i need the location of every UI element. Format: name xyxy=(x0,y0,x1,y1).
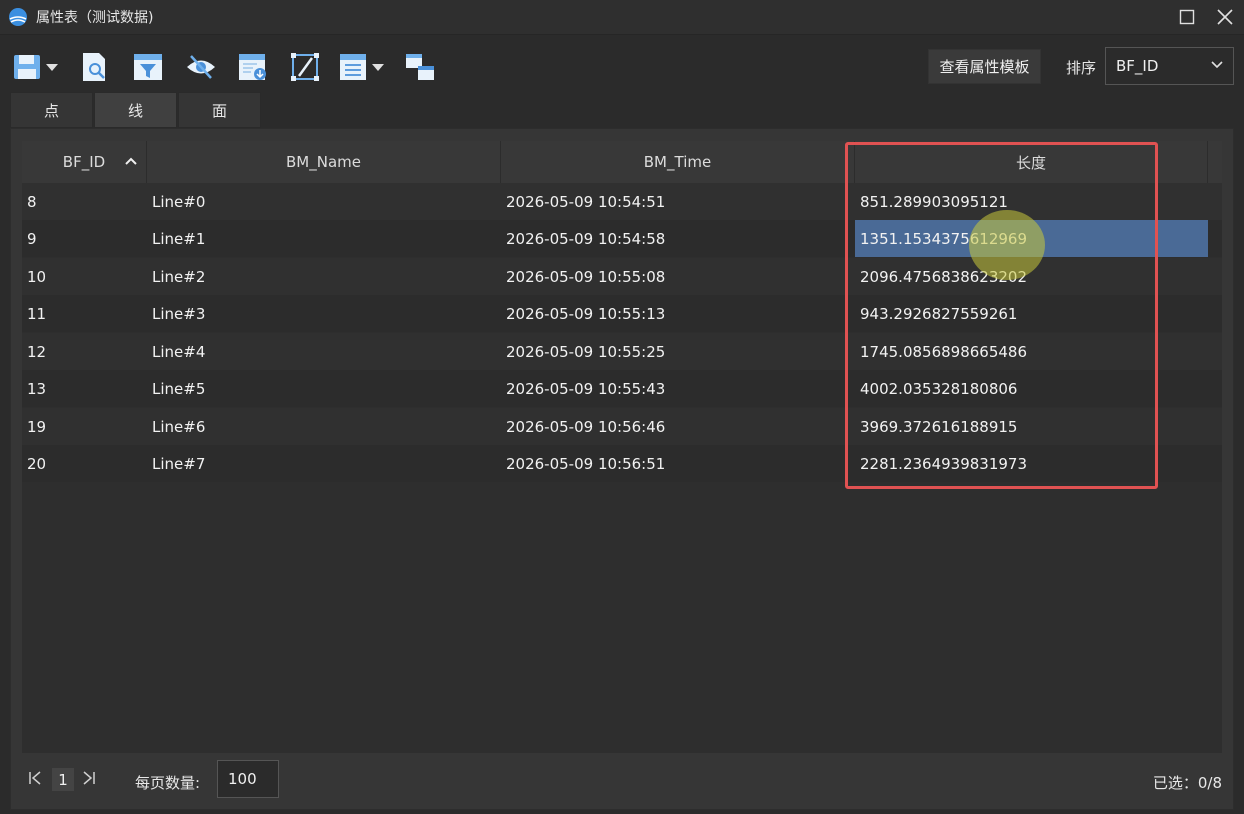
page-size-input[interactable] xyxy=(217,760,279,798)
sort-select[interactable]: BF_ID xyxy=(1105,47,1234,85)
sort-ascending-icon xyxy=(125,157,137,165)
search-document-icon xyxy=(83,53,105,81)
cell-bf-id: 9 xyxy=(27,229,37,248)
cell-bf-id: 11 xyxy=(27,304,47,323)
chevron-down-icon xyxy=(1211,61,1223,69)
cell-bf-id: 8 xyxy=(27,192,37,211)
column-header-length[interactable]: 长度 xyxy=(855,141,1208,183)
sort-select-value: BF_ID xyxy=(1116,57,1159,75)
cell-bm-time: 2026-05-09 10:56:51 xyxy=(506,454,666,473)
window-layout-icon xyxy=(406,54,434,80)
window-layout-button[interactable] xyxy=(404,50,436,84)
cell-length: 4002.035328180806 xyxy=(860,379,1018,398)
filter-icon xyxy=(134,54,162,80)
list-button[interactable] xyxy=(338,50,384,84)
filter-button[interactable] xyxy=(132,50,164,84)
table-row[interactable]: 11 Line#3 2026-05-09 10:55:13 943.292682… xyxy=(22,295,1222,332)
current-page-number[interactable]: 1 xyxy=(52,768,74,791)
cell-bm-name: Line#4 xyxy=(152,342,206,361)
cell-bm-time: 2026-05-09 10:54:58 xyxy=(506,229,666,248)
table-row[interactable]: 20 Line#7 2026-05-09 10:56:51 2281.23649… xyxy=(22,445,1222,482)
sort-label: 排序 xyxy=(1066,59,1097,77)
cell-bm-name: Line#3 xyxy=(152,304,206,323)
cell-bf-id: 10 xyxy=(27,267,47,286)
maximize-icon xyxy=(1179,9,1195,25)
cell-bm-time: 2026-05-09 10:55:43 xyxy=(506,379,666,398)
cell-bm-name: Line#1 xyxy=(152,229,206,248)
cell-length: 1745.0856898665486 xyxy=(860,342,1028,361)
close-icon xyxy=(1217,9,1233,25)
list-dropdown-caret-icon[interactable] xyxy=(372,63,384,71)
column-header-bm-time[interactable]: BM_Time xyxy=(501,141,855,183)
cell-bm-name: Line#2 xyxy=(152,267,206,286)
table-header: BF_ID BM_Name BM_Time 长度 xyxy=(22,141,1222,183)
cell-bm-name: Line#0 xyxy=(152,192,206,211)
tab-point[interactable]: 点 xyxy=(10,92,93,128)
view-attribute-template-button[interactable]: 查看属性模板 xyxy=(928,49,1041,84)
edit-field-icon xyxy=(291,53,319,81)
save-icon xyxy=(14,55,40,79)
table-row[interactable]: 19 Line#6 2026-05-09 10:56:46 3969.37261… xyxy=(22,408,1222,445)
last-page-icon[interactable] xyxy=(82,770,96,786)
save-button[interactable] xyxy=(12,50,58,84)
column-header-bf-id[interactable]: BF_ID xyxy=(22,141,147,183)
window-title: 属性表（测试数据) xyxy=(36,10,154,26)
list-icon xyxy=(340,54,366,80)
eye-hidden-icon xyxy=(187,55,215,79)
cell-bf-id: 12 xyxy=(27,342,47,361)
column-header-label: BF_ID xyxy=(62,153,106,171)
table-row[interactable]: 10 Line#2 2026-05-09 10:55:08 2096.47568… xyxy=(22,258,1222,295)
attribute-table: BF_ID BM_Name BM_Time 长度 8 Line#0 2026-0… xyxy=(22,141,1222,753)
tab-polygon[interactable]: 面 xyxy=(178,92,261,128)
cell-length: 851.289903095121 xyxy=(860,192,1008,211)
export-button[interactable] xyxy=(237,50,269,84)
search-button[interactable] xyxy=(80,50,110,84)
cell-length: 943.2926827559261 xyxy=(860,304,1018,323)
cell-bm-time: 2026-05-09 10:56:46 xyxy=(506,417,666,436)
cell-length: 2281.2364939831973 xyxy=(860,454,1028,473)
cell-bm-time: 2026-05-09 10:55:08 xyxy=(506,267,666,286)
tab-line[interactable]: 线 xyxy=(94,92,177,128)
hide-button[interactable] xyxy=(185,50,217,84)
close-button[interactable] xyxy=(1206,0,1244,34)
cell-bf-id: 13 xyxy=(27,379,47,398)
cell-bm-name: Line#5 xyxy=(152,379,206,398)
cell-bf-id: 20 xyxy=(27,454,47,473)
cell-bm-time: 2026-05-09 10:55:13 xyxy=(506,304,666,323)
toolbar xyxy=(0,44,1244,92)
cell-bm-time: 2026-05-09 10:55:25 xyxy=(506,342,666,361)
header-spacer xyxy=(1208,141,1222,183)
title-bar: 属性表（测试数据) xyxy=(0,0,1244,35)
save-dropdown-caret-icon[interactable] xyxy=(46,63,58,71)
table-row[interactable]: 9 Line#1 2026-05-09 10:54:58 1351.153437… xyxy=(22,220,1222,257)
cell-bm-name: Line#6 xyxy=(152,417,206,436)
cell-bf-id: 19 xyxy=(27,417,47,436)
app-logo-icon xyxy=(9,8,27,26)
cell-bm-name: Line#7 xyxy=(152,454,206,473)
column-header-label: BM_Name xyxy=(286,153,361,171)
first-page-icon[interactable] xyxy=(28,770,42,786)
edit-field-button[interactable] xyxy=(290,50,322,84)
selected-count: 已选：0/8 xyxy=(1152,774,1222,792)
export-icon xyxy=(239,54,266,80)
column-header-label: 长度 xyxy=(1015,153,1046,172)
column-header-label: BM_Time xyxy=(643,153,712,171)
cell-length: 3969.372616188915 xyxy=(860,417,1018,436)
cell-length-selected[interactable]: 1351.1534375612969 xyxy=(855,220,1208,257)
table-row[interactable]: 8 Line#0 2026-05-09 10:54:51 851.2899030… xyxy=(22,183,1222,220)
table-row[interactable]: 13 Line#5 2026-05-09 10:55:43 4002.03532… xyxy=(22,370,1222,407)
geometry-tabs: 点 线 面 xyxy=(10,92,262,128)
cell-length: 2096.4756838623202 xyxy=(860,267,1028,286)
page-size-label: 每页数量: xyxy=(135,774,201,792)
table-row[interactable]: 12 Line#4 2026-05-09 10:55:25 1745.08568… xyxy=(22,333,1222,370)
cell-bm-time: 2026-05-09 10:54:51 xyxy=(506,192,666,211)
pagination-bar: 1 每页数量: 已选：0/8 xyxy=(22,760,1222,800)
maximize-button[interactable] xyxy=(1168,0,1206,34)
column-header-bm-name[interactable]: BM_Name xyxy=(147,141,501,183)
